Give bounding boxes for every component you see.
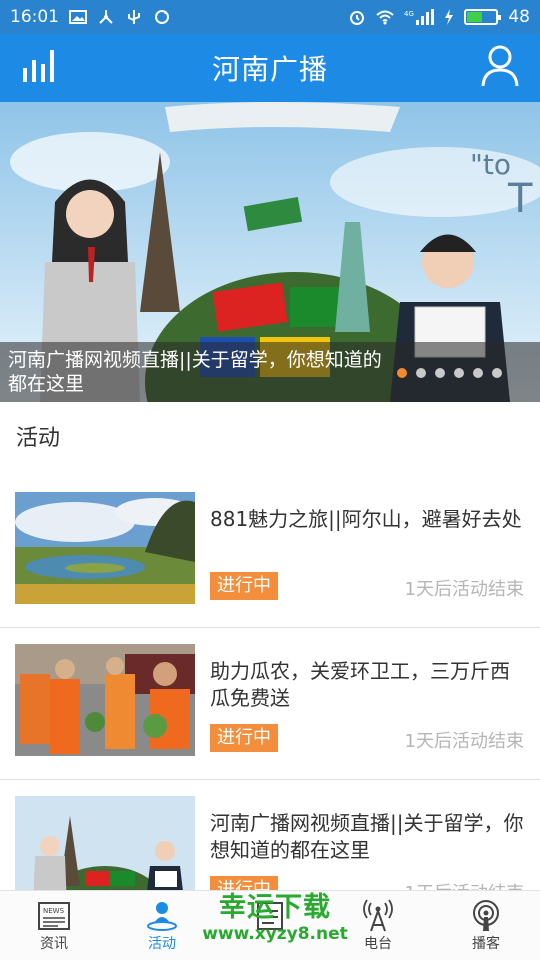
carousel-dot[interactable] [473,368,483,378]
user-icon[interactable] [480,44,520,88]
banner-carousel[interactable]: "to T 河南广播网视频直播||关于留学，你想知道的都在这里 [0,102,540,402]
svg-text:NEWS: NEWS [43,907,65,915]
activity-icon [147,902,177,931]
news-icon: NEWS [38,902,70,930]
carousel-dot[interactable] [435,368,445,378]
status-badge: 进行中 [210,572,278,600]
wifi-icon [376,10,395,25]
watermark-url: www.xyzy8.net [202,924,348,944]
signal-icon: 4G [404,9,435,25]
page-title: 河南广播 [211,53,328,86]
radio-tower-icon [363,899,393,932]
battery-fill [467,12,482,22]
tab-label: 活动 [148,936,176,952]
item-title: 河南广播网视频直播||关于留学，你想知道的都在这里 [210,811,524,862]
section-title: 活动 [16,426,61,451]
stats-icon[interactable] [20,46,60,86]
carousel-dot[interactable] [454,368,464,378]
charging-icon [445,9,454,25]
tab-label: 播客 [472,936,500,952]
carousel-dot[interactable] [492,368,502,378]
list-item[interactable]: 881魅力之旅||阿尔山，避暑好去处 进行中 1天后活动结束 [0,476,540,628]
network-label: 4G [404,10,414,18]
share-icon [99,10,113,24]
carousel-dot[interactable] [397,368,407,378]
list-item[interactable]: 助力瓜农，关爱环卫工，三万斤西瓜免费送 进行中 1天后活动结束 [0,628,540,780]
thumbnail-image [15,492,195,604]
remaining-time: 1天后活动结束 [404,579,524,600]
carousel-dots [397,368,502,378]
battery-percent: 48 [508,7,530,27]
carousel-dot[interactable] [416,368,426,378]
app-bar: 河南广播 [0,34,540,102]
watermark: 幸运下载 www.xyzy8.net [190,892,360,954]
watermark-title: 幸运下载 [219,892,331,923]
tab-podcast[interactable]: 播客 [432,891,540,960]
podcast-icon [473,900,499,931]
tab-news[interactable]: NEWS 资讯 [0,891,108,960]
status-right: 4G 48 [348,7,530,27]
alarm-icon [350,11,365,25]
activity-list: 881魅力之旅||阿尔山，避暑好去处 进行中 1天后活动结束 助力瓜农，关爱环卫… [0,476,540,932]
remaining-time: 1天后活动结束 [404,731,524,752]
svg-text:"to: "to [470,148,511,181]
image-icon [69,10,87,24]
thumbnail-image [15,644,195,756]
bottom-tab-bar: NEWS 资讯 活动 电台 播客 幸运下载 www.xyzy8.net [0,890,540,960]
tab-label: 资讯 [40,936,68,952]
item-title: 助力瓜农，关爱环卫工，三万斤西瓜免费送 [210,659,510,710]
status-bar: 16:01 4G 48 [0,0,540,34]
status-badge: 进行中 [210,724,278,752]
status-time: 16:01 [10,7,59,27]
usb-icon [128,10,140,24]
item-title: 881魅力之旅||阿尔山，避暑好去处 [210,507,522,531]
battery-icon [464,9,502,25]
tab-label: 电台 [364,936,392,952]
svg-text:T: T [507,176,533,222]
sync-icon [155,10,169,24]
status-left: 16:01 [10,7,171,27]
